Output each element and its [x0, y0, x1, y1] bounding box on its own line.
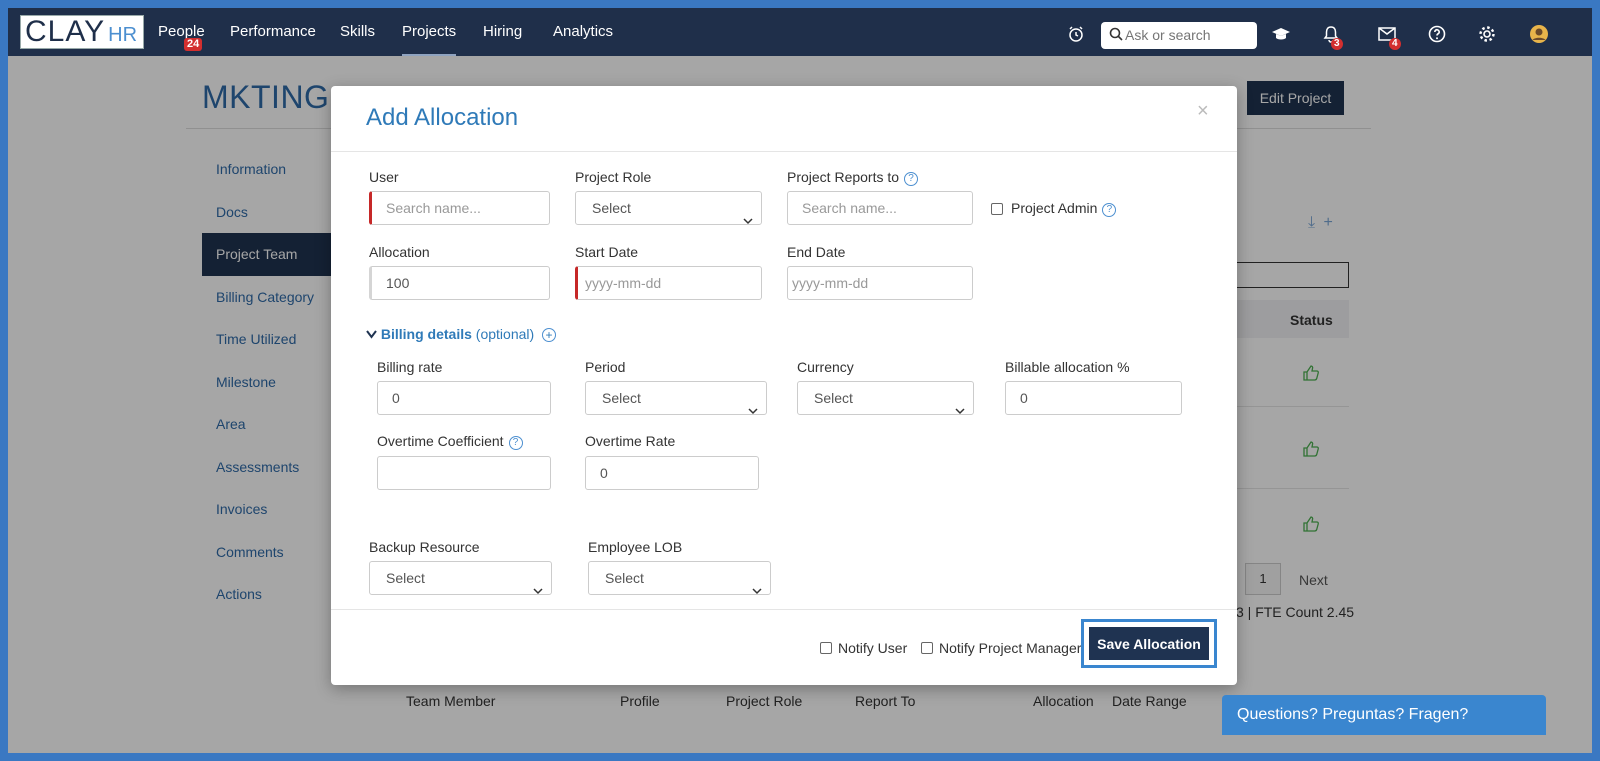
logo-main: CLAY [25, 15, 106, 48]
chevron-down-icon [366, 326, 377, 342]
search-input[interactable] [1125, 25, 1253, 45]
overtime-coefficient-input[interactable] [377, 456, 551, 490]
select-value: Select [814, 390, 853, 406]
nav-item-label: Projects [402, 23, 457, 40]
messages-badge: 4 [1389, 38, 1401, 50]
backup-resource-select[interactable]: Select [369, 561, 552, 595]
overtime-coefficient-label: Overtime Coefficient? [377, 433, 523, 450]
billable-allocation-label: Billable allocation % [1005, 359, 1130, 375]
start-date-label: Start Date [575, 244, 639, 260]
overtime-rate-label: Overtime Rate [585, 433, 676, 449]
graduation-cap-icon[interactable] [1271, 24, 1291, 44]
billing-rate-label: Billing rate [377, 359, 443, 375]
help-icon[interactable]: ? [1102, 203, 1117, 217]
overtime-coefficient-label-text: Overtime Coefficient [377, 433, 504, 449]
nav-item-performance[interactable]: Performance [230, 8, 316, 56]
start-date-input[interactable] [575, 266, 762, 300]
project-role-label: Project Role [575, 169, 652, 185]
help-icon[interactable]: ? [904, 172, 919, 186]
employee-lob-label: Employee LOB [588, 539, 683, 555]
billing-details-label: Billing details [380, 326, 472, 342]
search-box[interactable] [1101, 22, 1257, 49]
user-avatar-icon[interactable] [1529, 24, 1549, 44]
currency-select[interactable]: Select [797, 381, 974, 415]
modal-header-divider [331, 151, 1237, 152]
help-icon[interactable]: ? [508, 436, 523, 450]
user-search-input[interactable] [369, 191, 550, 225]
allocation-label: Allocation [369, 244, 430, 260]
chevron-down-icon [533, 574, 543, 606]
reports-to-search-input[interactable] [787, 191, 973, 225]
currency-label: Currency [797, 359, 854, 375]
clayhr-logo[interactable]: CLAY HR [20, 15, 144, 49]
chevron-down-icon [752, 574, 762, 606]
alarm-clock-icon[interactable] [1066, 24, 1086, 44]
billing-details-toggle[interactable]: Billing details (optional) + [366, 326, 557, 342]
reports-to-label-text: Project Reports to [787, 169, 900, 185]
notify-pm-checkbox[interactable] [921, 642, 933, 654]
chevron-down-icon [743, 204, 753, 236]
reports-to-label: Project Reports to? [787, 169, 919, 186]
end-date-input[interactable] [787, 266, 973, 300]
nav-item-projects[interactable]: Projects [402, 8, 457, 56]
app-window: CLAY HR People 24 Performance Skills Pro… [8, 8, 1592, 753]
employee-lob-select[interactable]: Select [588, 561, 771, 595]
select-value: Select [605, 570, 644, 586]
nav-item-label: Performance [230, 23, 316, 40]
project-admin-label-text: Project Admin [1011, 200, 1098, 216]
nav-item-hiring[interactable]: Hiring [483, 8, 522, 56]
allocation-input[interactable] [369, 266, 550, 300]
plus-circle-icon[interactable]: + [542, 328, 557, 342]
notify-user-checkbox[interactable] [820, 642, 832, 654]
logo-sub: HR [108, 23, 138, 46]
user-label: User [369, 169, 399, 185]
search-icon [1109, 27, 1123, 46]
notify-user-label: Notify User [838, 640, 908, 656]
help-circle-icon[interactable] [1427, 24, 1447, 44]
billing-rate-input[interactable] [377, 381, 551, 415]
chevron-down-icon [748, 394, 758, 426]
select-value: Select [602, 390, 641, 406]
nav-item-analytics[interactable]: Analytics [553, 8, 613, 56]
modal-title: Add Allocation [366, 104, 519, 131]
modal-footer-divider [331, 609, 1237, 610]
project-admin-label: Project Admin? [1011, 200, 1117, 217]
billable-allocation-input[interactable] [1005, 381, 1182, 415]
period-select[interactable]: Select [585, 381, 767, 415]
close-icon[interactable]: × [1197, 100, 1209, 123]
nav-item-label: Hiring [483, 23, 523, 40]
overtime-rate-input[interactable] [585, 456, 759, 490]
notify-pm-label: Notify Project Manager [939, 640, 1082, 656]
select-value: Select [386, 570, 425, 586]
notifications-badge: 3 [1331, 38, 1343, 50]
project-role-select[interactable]: Select [575, 191, 762, 225]
period-label: Period [585, 359, 626, 375]
gear-icon[interactable] [1477, 24, 1497, 44]
select-value: Select [592, 200, 631, 216]
chevron-down-icon [955, 394, 965, 426]
help-chat-widget[interactable]: Questions? Preguntas? Fragen? [1222, 695, 1546, 735]
nav-item-label: Analytics [553, 23, 614, 40]
top-nav: CLAY HR People 24 Performance Skills Pro… [8, 8, 1592, 56]
billing-optional-label: (optional) [475, 326, 535, 342]
end-date-label: End Date [787, 244, 846, 260]
people-badge: 24 [184, 38, 203, 51]
backup-resource-label: Backup Resource [369, 539, 480, 555]
nav-item-label: Skills [340, 23, 376, 40]
add-allocation-modal: Add Allocation × User Project Role Selec… [331, 86, 1237, 685]
project-admin-checkbox[interactable] [991, 203, 1003, 215]
save-allocation-button[interactable]: Save Allocation [1089, 627, 1209, 660]
nav-item-skills[interactable]: Skills [340, 8, 375, 56]
